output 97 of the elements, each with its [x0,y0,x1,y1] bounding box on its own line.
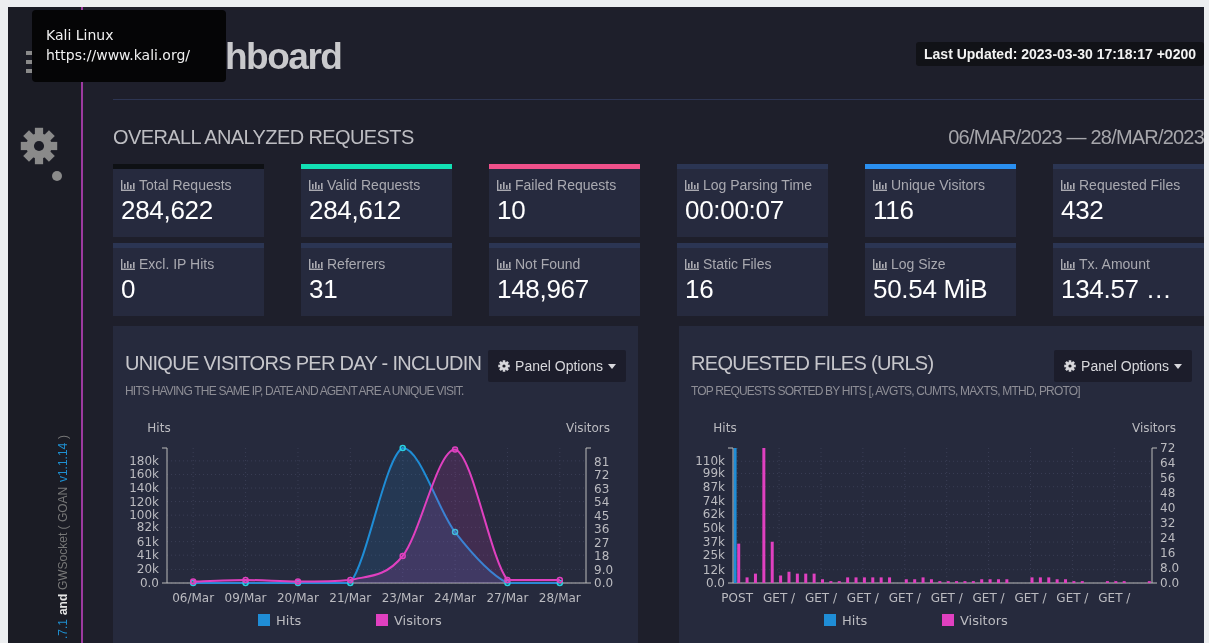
panel-subtitle: TOP REQUESTS SORTED BY HITS [, AVGTS, CUMTS, MAXTS, MTHD, PROTO] [690,384,1081,398]
axis-title: Hits [147,421,171,435]
footer-text: GWSocket ( GOAN [55,486,70,590]
tick-label: 45 [594,508,610,523]
tick-label: 50k [702,520,725,535]
tick-label: 61k [136,534,159,549]
stat-label-text: Tx. Amount [1079,256,1150,272]
tick-label: 18 [594,549,610,563]
tick-label: 72 [1160,441,1176,455]
date-range: 06/MAR/2023 — 28/MAR/2023 [948,125,1204,149]
stat-value: 148,967 [497,274,590,305]
stat-label-text: Static Files [703,256,772,272]
tick-label: 63 [594,481,610,496]
tick-label: 32 [1160,516,1176,530]
tick-label: 21/Mar [329,591,372,605]
stat-value: 10 [497,195,527,226]
axis-title: Visitors [1131,421,1177,435]
tick-label: GET / [888,591,921,605]
tick-label: 160k [129,467,159,482]
stat-label-text: Valid Requests [327,177,421,193]
tick-label: 09/Mar [224,591,267,605]
stat-value: 16 [685,274,715,305]
tick-label: GET / [930,591,963,605]
logo-text: hboard [225,36,342,78]
stat-label-text: Not Found [515,256,581,272]
tick-label: GET / [1056,591,1089,605]
tick-label: 37k [702,535,725,550]
stat-label-text: Log Size [891,256,946,272]
tick-label: 0.0 [594,576,614,590]
tick-label: 28/Mar [538,591,581,605]
tick-label: 06/Mar [172,591,215,605]
tick-label: 120k [129,494,159,509]
tick-label: 8.0 [1160,561,1180,575]
stat-label-text: Unique Visitors [891,177,985,193]
section-title: OVERALL ANALYZED REQUESTS [113,125,414,149]
stat-label-text: Requested Files [1079,177,1181,193]
stat-value: 134.57 … [1061,274,1173,305]
axis-title: Hits [713,421,737,435]
tick-label: 9.0 [594,562,614,577]
tooltip-title: Kali Linux [46,26,115,45]
tick-label: GET / [846,591,879,605]
tick-label: 99k [702,466,725,481]
stat-label-text: Log Parsing Time [703,177,812,193]
stat-value: 284,612 [309,195,402,226]
stat-value: 432 [1061,195,1105,226]
tick-label: GET / [1014,591,1047,605]
stat-value: 00:00:07 [685,195,785,226]
tick-label: 27/Mar [486,591,529,605]
stat-value: 31 [309,274,339,305]
tooltip-url: https://www.kali.org/ [46,46,192,65]
tick-label: 0.0 [1160,576,1180,590]
tick-label: 0.0 [139,576,159,590]
tick-label: 87k [702,479,725,494]
tick-label: 81 [594,454,610,469]
footer-text: and [55,593,70,615]
stat-value: 116 [873,195,915,226]
footer-text: ) [55,434,70,439]
tick-label: 41k [136,548,159,563]
tick-label: 23/Mar [381,591,424,605]
tick-label: 27 [594,535,610,550]
panel-subtitle: HITS HAVING THE SAME IP, DATE AND AGENT ARE A UNIQUE VISIT. [124,384,465,398]
panel-title: UNIQUE VISITORS PER DAY - INCLUDIN [125,352,482,375]
tick-label: GET / [763,591,796,605]
tick-label: 62k [702,507,725,522]
tick-label: 25k [702,548,725,563]
tick-label: 140k [129,481,159,496]
tick-label: 74k [702,494,725,509]
tick-label: 64 [1160,456,1176,470]
stat-label-text: Referrers [327,256,386,272]
tick-label: 20k [136,562,159,577]
panel-title: REQUESTED FILES (URLS) [691,352,934,375]
tick-label: GET / [972,591,1005,605]
tick-label: 54 [594,495,610,509]
stat-label-text: Total Requests [139,177,232,193]
tick-label: 0.0 [705,576,725,590]
tick-label: 24 [1160,531,1176,545]
tick-label: 56 [1160,471,1176,485]
tick-label: 16 [1160,546,1176,560]
tick-label: GET / [1098,591,1131,605]
tick-label: 48 [1160,486,1176,500]
tick-label: 24/Mar [434,591,477,605]
tick-label: 72 [594,468,610,482]
stat-value: 50.54 MiB [873,274,989,305]
tick-label: 36 [594,522,610,536]
tick-label: GET / [804,591,838,605]
tick-label: 20/Mar [276,591,319,605]
tick-label: 180k [129,453,159,468]
tick-label: 82k [136,520,159,535]
axis-title: Visitors [565,421,611,435]
stat-value: 0 [121,274,137,305]
tick-label: POST [721,591,753,605]
stat-value: 284,622 [121,195,214,226]
tick-label: 40 [1160,501,1176,515]
tick-label: 12k [702,562,725,577]
stat-label-text: Failed Requests [515,177,617,193]
stat-label-text: Excl. IP Hits [139,256,215,272]
last-updated-badge: Last Updated: 2023-03-30 17:18:17 +0200 [916,42,1204,66]
